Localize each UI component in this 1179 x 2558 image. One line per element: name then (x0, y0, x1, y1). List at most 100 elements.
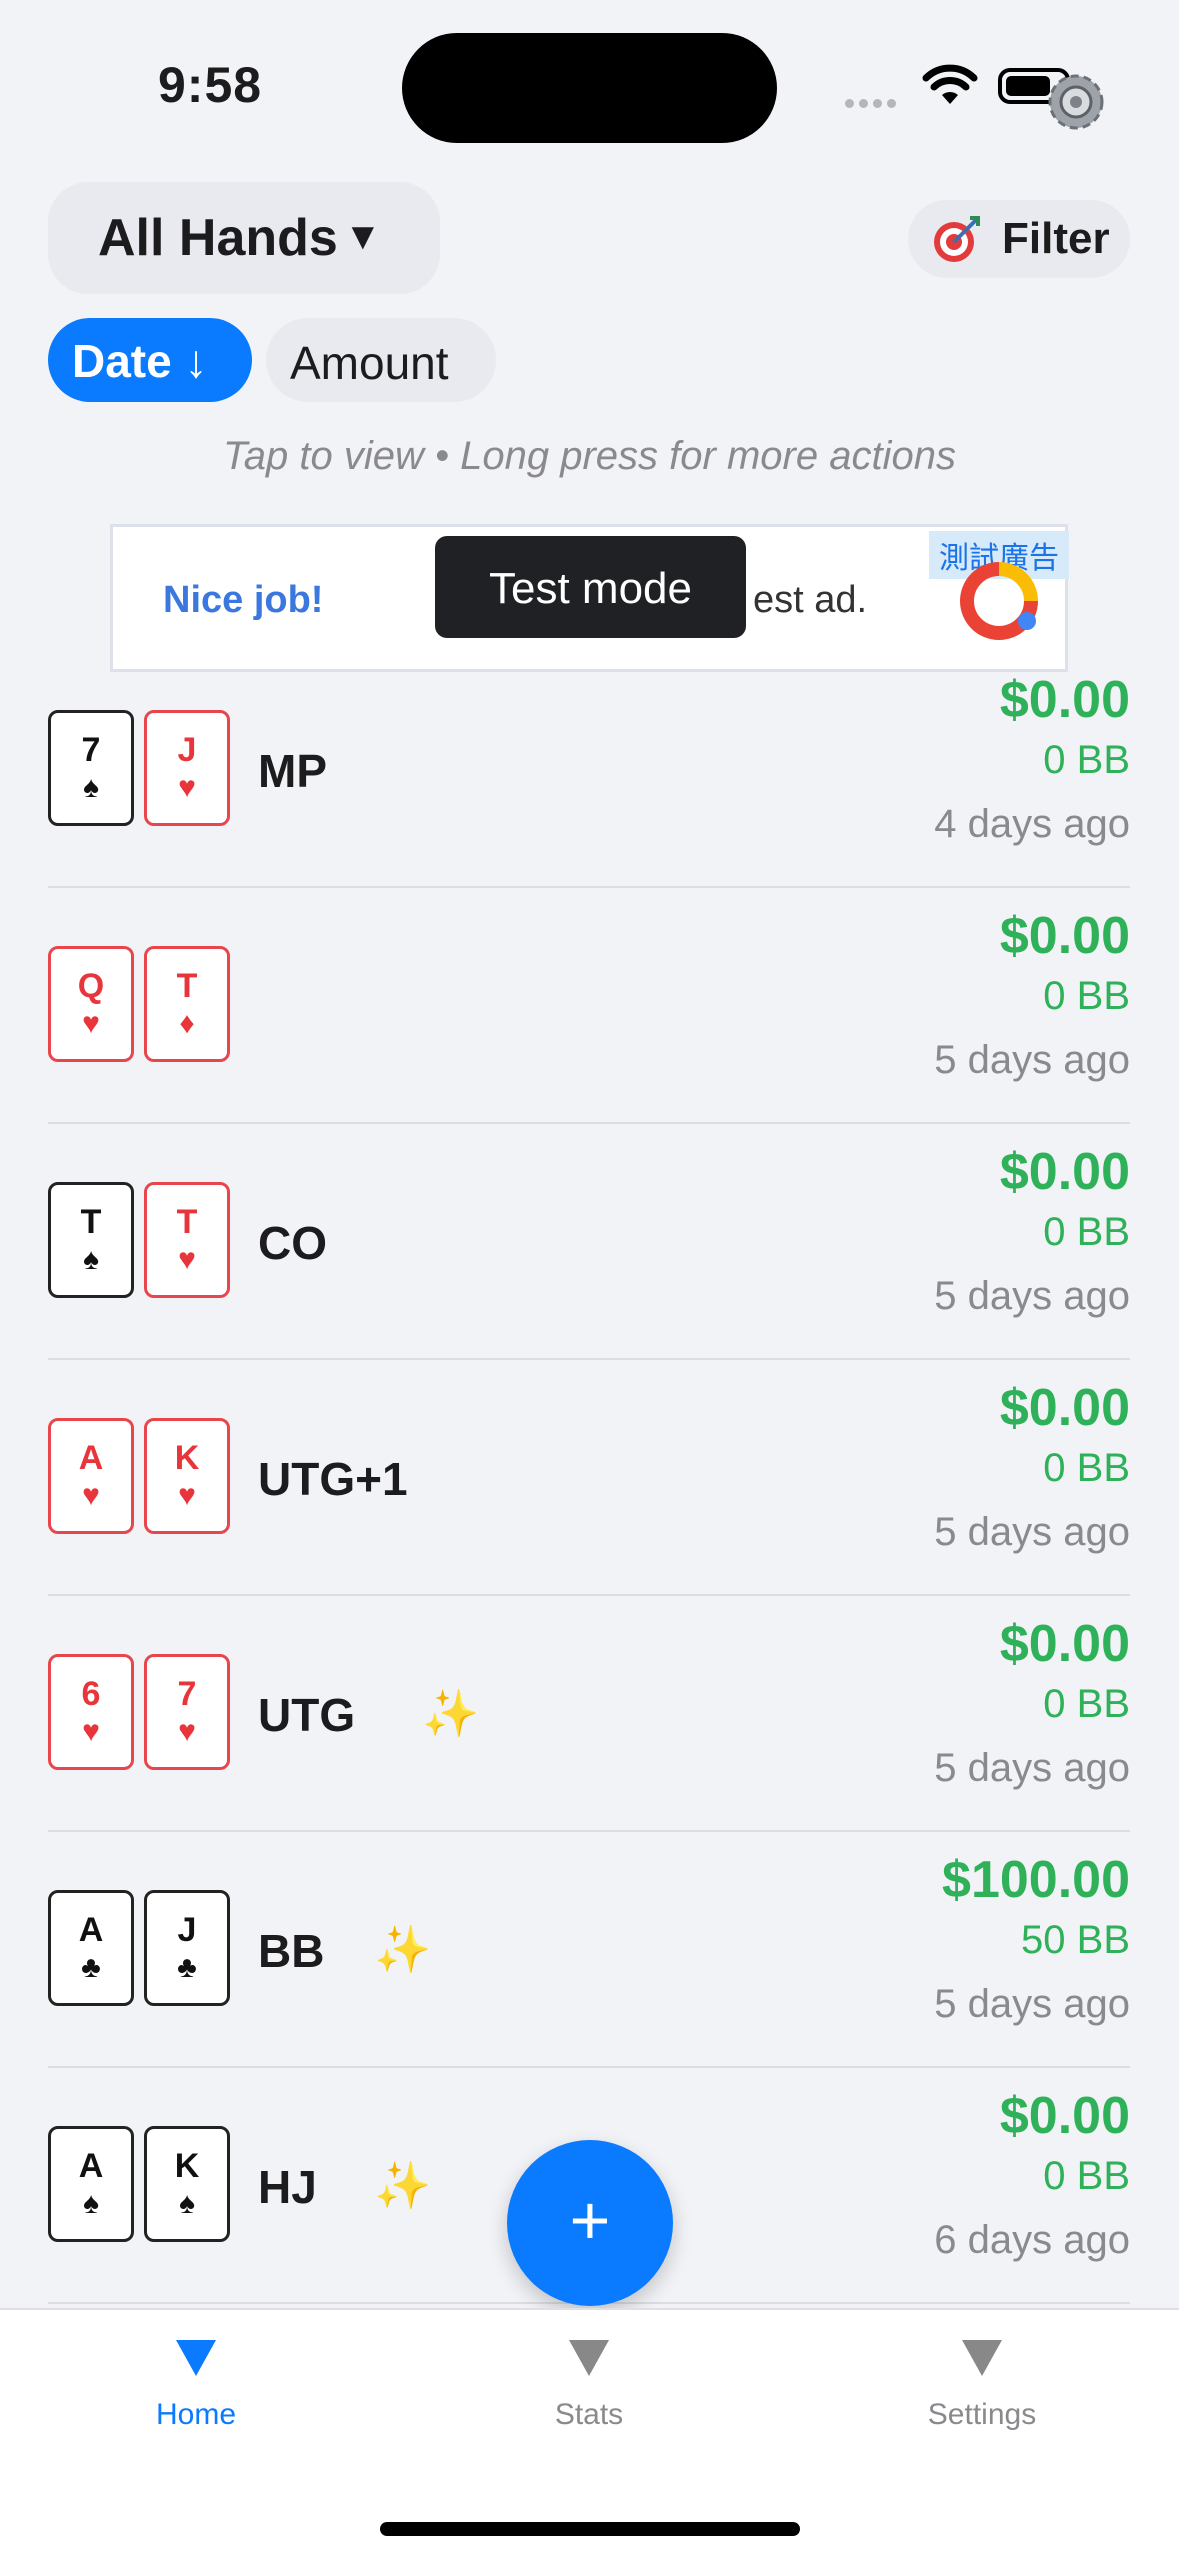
playing-card: 7 ♥ (144, 1654, 230, 1770)
hand-row[interactable]: 7 ♠ J ♥ MP $0.00 0 BB 4 days ago (48, 672, 1130, 888)
card-suit-icon: ♠ (83, 1243, 99, 1276)
filter-button[interactable]: Filter (908, 200, 1130, 278)
time-ago: 6 days ago (934, 2218, 1130, 2262)
playing-card: 7 ♠ (48, 710, 134, 826)
filter-button-label: Filter (1002, 214, 1110, 263)
position-label: BB (258, 1925, 325, 1977)
time-ago: 5 days ago (934, 1746, 1130, 1790)
playing-card: J ♥ (144, 710, 230, 826)
home-tab-icon (176, 2340, 216, 2376)
profit-amount: $0.00 (999, 1143, 1130, 1201)
profit-amount: $0.00 (999, 1379, 1130, 1437)
profit-bb: 0 BB (1043, 1210, 1130, 1254)
card-rank: T (176, 1203, 198, 1241)
hand-row[interactable]: T ♠ T ♥ CO $0.00 0 BB 5 days ago (48, 1122, 1130, 1360)
hand-row[interactable]: 6 ♥ 7 ♥ UTG ✨ $0.00 0 BB 5 days ago (48, 1594, 1130, 1832)
card-rank: T (80, 1203, 102, 1241)
filter-title: All Hands (98, 209, 338, 267)
card-rank: 6 (81, 1675, 101, 1713)
profit-amount: $100.00 (942, 1851, 1130, 1909)
ad-headline: Nice job! (163, 579, 324, 621)
card-rank: K (174, 2147, 200, 2185)
stats-tab-icon (569, 2340, 609, 2376)
profit-amount: $0.00 (999, 907, 1130, 965)
test-mode-label: Test mode (489, 564, 692, 613)
time-ago: 4 days ago (934, 802, 1130, 846)
tab-settings-label: Settings (927, 2398, 1037, 2431)
playing-card: Q ♥ (48, 946, 134, 1062)
cellular-signal-icon (845, 95, 905, 108)
card-suit-icon: ♣ (177, 1951, 197, 1984)
wifi-icon (922, 64, 978, 104)
card-rank: 7 (177, 1675, 197, 1713)
hand-row[interactable]: Q ♥ T ♦ $0.00 0 BB 5 days ago (48, 886, 1130, 1124)
card-rank: Q (77, 967, 105, 1005)
test-mode-toast: Test mode (435, 536, 746, 638)
target-icon (934, 216, 980, 262)
position-label: HJ (258, 2161, 317, 2213)
sparkle-icon: ✨ (422, 1687, 480, 1739)
profit-bb: 0 BB (1043, 1446, 1130, 1490)
playing-card: T ♦ (144, 946, 230, 1062)
card-suit-icon: ♦ (179, 1007, 195, 1040)
card-rank: A (78, 1439, 104, 1477)
sort-date-label: Date ↓ (72, 335, 208, 387)
card-rank: J (177, 731, 197, 769)
card-rank: A (78, 2147, 104, 2185)
hand-list[interactable]: 7 ♠ J ♥ MP $0.00 0 BB 4 days ago Q ♥ T ♦ $0.00 0 BB 5 … (0, 672, 1179, 2308)
sort-by-amount-button[interactable]: Amount (266, 318, 496, 402)
card-rank: K (174, 1439, 200, 1477)
hand-row[interactable]: A ♥ K ♥ UTG+1 $0.00 0 BB 5 days ago (48, 1358, 1130, 1596)
profit-bb: 0 BB (1043, 738, 1130, 782)
hand-row[interactable]: A ♣ J ♣ BB ✨ $100.00 50 BB 5 days ago (48, 1830, 1130, 2068)
sort-amount-label: Amount (290, 337, 449, 389)
plus-icon: + (569, 2181, 611, 2259)
card-rank: J (177, 1911, 197, 1949)
profit-amount: $0.00 (999, 672, 1130, 729)
ad-body-text: est ad. (753, 579, 868, 621)
card-rank: T (176, 967, 198, 1005)
playing-card: 6 ♥ (48, 1654, 134, 1770)
card-suit-icon: ♠ (83, 771, 99, 804)
settings-tab-icon (962, 2340, 1002, 2376)
card-suit-icon: ♠ (179, 2187, 195, 2220)
tab-home[interactable]: Home (96, 2340, 296, 2432)
status-time: 9:58 (158, 57, 263, 113)
usage-hint: Tap to view • Long press for more action… (223, 434, 956, 478)
hand-filter-dropdown[interactable]: All Hands ▼ (48, 182, 440, 294)
playing-card: A ♥ (48, 1418, 134, 1534)
profit-bb: 50 BB (1021, 1918, 1130, 1962)
playing-card: T ♠ (48, 1182, 134, 1298)
dynamic-island (402, 33, 777, 143)
ad-logo-icon (960, 562, 1038, 640)
card-rank: A (78, 1911, 104, 1949)
tab-stats[interactable]: Stats (489, 2340, 689, 2432)
card-suit-icon: ♣ (81, 1951, 101, 1984)
tab-bar: Home Stats Settings (0, 2308, 1179, 2558)
profit-bb: 0 BB (1043, 1682, 1130, 1726)
profit-amount: $0.00 (999, 2087, 1130, 2145)
tab-settings[interactable]: Settings (882, 2340, 1082, 2432)
card-suit-icon: ♥ (82, 1715, 100, 1748)
time-ago: 5 days ago (934, 1038, 1130, 1082)
card-suit-icon: ♠ (83, 2187, 99, 2220)
card-rank: 7 (81, 731, 101, 769)
add-hand-button[interactable]: + (507, 2140, 673, 2306)
card-suit-icon: ♥ (178, 1479, 196, 1512)
sort-by-date-button[interactable]: Date ↓ (48, 318, 252, 402)
time-ago: 5 days ago (934, 1274, 1130, 1318)
tab-home-label: Home (155, 2398, 237, 2431)
playing-card: A ♠ (48, 2126, 134, 2242)
profit-bb: 0 BB (1043, 2154, 1130, 2198)
position-label: CO (258, 1217, 327, 1269)
time-ago: 5 days ago (934, 1982, 1130, 2026)
card-suit-icon: ♥ (178, 1243, 196, 1276)
playing-card: K ♥ (144, 1418, 230, 1534)
time-ago: 5 days ago (934, 1510, 1130, 1554)
card-suit-icon: ♥ (178, 771, 196, 804)
caret-down-icon: ▼ (344, 216, 382, 258)
playing-card: A ♣ (48, 1890, 134, 2006)
sparkle-icon: ✨ (374, 1923, 432, 1975)
status-bar: 9:58 (0, 0, 1179, 160)
card-suit-icon: ♥ (178, 1715, 196, 1748)
